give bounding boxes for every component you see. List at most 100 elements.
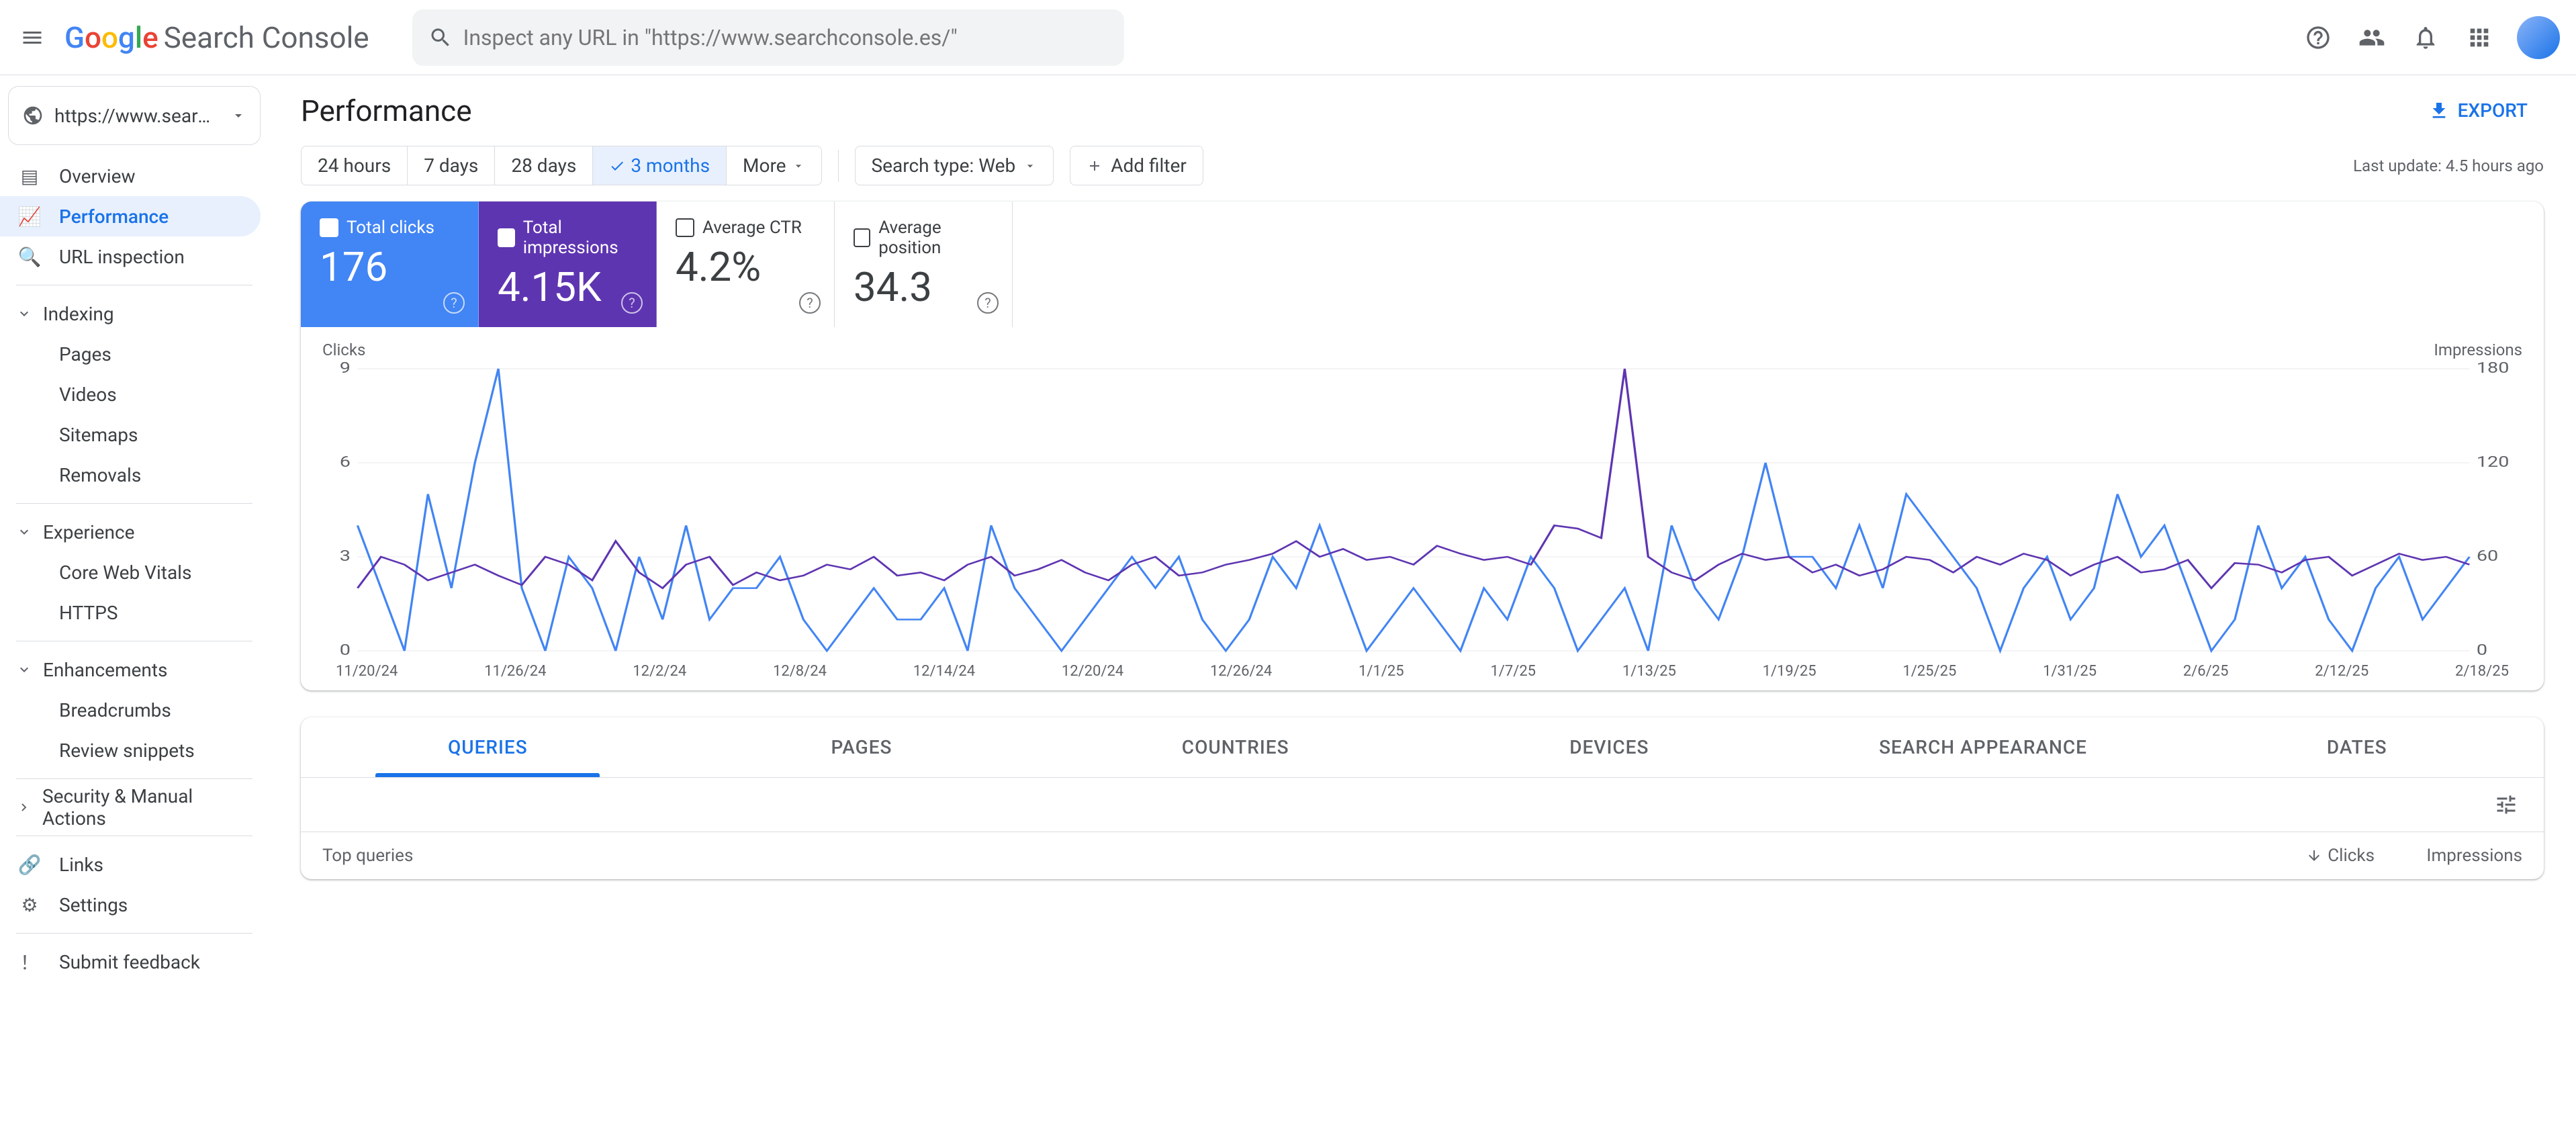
last-update-text: Last update: 4.5 hours ago [2353,156,2544,175]
chevron-down-icon [16,524,32,540]
sidebar-item-videos[interactable]: Videos [0,374,261,414]
help-icon[interactable]: ? [443,292,465,314]
metric-clicks[interactable]: ✓Total clicks 176 ? [301,201,479,327]
sidebar-group-security[interactable]: Security & Manual Actions [0,787,269,827]
y-axis-left-label: Clicks [322,341,365,359]
checkbox-icon [676,218,694,237]
range-28d[interactable]: 28 days [495,146,593,185]
export-button[interactable]: EXPORT [2412,91,2544,130]
divider [16,503,252,504]
svg-text:120: 120 [2477,453,2510,471]
plus-icon [1087,158,1103,174]
sidebar-item-core-web-vitals[interactable]: Core Web Vitals [0,552,261,592]
checkbox-icon: ✓ [320,218,338,237]
table-filter-button[interactable] [2490,789,2522,821]
sidebar-item-breadcrumbs[interactable]: Breadcrumbs [0,690,261,730]
help-button[interactable] [2302,21,2334,54]
app-header: Google Search Console [0,0,2576,75]
range-7d[interactable]: 7 days [408,146,495,185]
help-icon[interactable]: ? [621,292,643,314]
help-icon[interactable]: ? [799,292,821,314]
url-inspect-search [412,9,1124,66]
x-axis-ticks: 11/20/2411/26/2412/2/2412/8/2412/14/2412… [322,663,2522,680]
check-icon [609,158,625,174]
search-type-filter[interactable]: Search type: Web [855,146,1054,185]
sidebar-item-https[interactable]: HTTPS [0,592,261,633]
trending-icon: 📈 [16,203,43,230]
dropdown-icon [1023,159,1037,173]
metric-ctr[interactable]: Average CTR 4.2% ? [657,201,835,327]
tab-countries[interactable]: COUNTRIES [1048,717,1422,777]
range-3m[interactable]: 3 months [593,146,727,185]
main-menu-button[interactable] [16,21,48,54]
page-title: Performance [301,93,472,128]
add-filter-button[interactable]: Add filter [1070,146,1203,185]
sidebar-group-enhancements[interactable]: Enhancements [0,649,269,690]
metric-position-value: 34.3 [854,263,993,311]
sidebar-item-sitemaps[interactable]: Sitemaps [0,414,261,455]
sidebar-item-pages[interactable]: Pages [0,334,261,374]
main-content: Performance EXPORT 24 hours 7 days 28 da… [269,75,2576,1123]
date-range-selector: 24 hours 7 days 28 days 3 months More [301,146,822,185]
sidebar-group-experience[interactable]: Experience [0,512,269,552]
bell-icon [2412,24,2439,51]
property-selector[interactable]: https://www.searchconsol... [8,86,261,145]
svg-text:0: 0 [2477,641,2487,658]
sidebar-item-overview[interactable]: ▤Overview [0,156,261,196]
checkbox-icon [854,228,870,247]
help-icon[interactable]: ? [977,292,999,314]
globe-icon [22,105,44,126]
filter-toolbar: 24 hours 7 days 28 days 3 months More Se… [301,146,2544,185]
sidebar-item-review-snippets[interactable]: Review snippets [0,730,261,770]
chevron-down-icon [16,306,32,322]
divider [838,150,839,182]
sidebar-item-settings[interactable]: ⚙Settings [0,885,261,925]
table-header: Top queries Clicks Impressions [301,832,2544,879]
header-actions [2302,16,2560,59]
account-avatar[interactable] [2517,16,2560,59]
sidebar-group-indexing[interactable]: Indexing [0,294,269,334]
metric-ctr-value: 4.2% [676,243,815,291]
download-icon [2428,100,2450,122]
metric-tiles: ✓Total clicks 176 ? ✓Total impressions 4… [301,201,2544,327]
users-button[interactable] [2356,21,2388,54]
sidebar-item-links[interactable]: 🔗Links [0,844,261,885]
y-axis-right-label: Impressions [2434,341,2522,359]
gear-icon: ⚙ [16,891,43,918]
search-box[interactable] [412,9,1124,66]
metric-impressions[interactable]: ✓Total impressions 4.15K ? [479,201,657,327]
page-header: Performance EXPORT [301,91,2544,130]
range-more[interactable]: More [727,146,821,185]
col-impressions[interactable]: Impressions [2375,846,2522,866]
property-url: https://www.searchconsol... [54,105,220,127]
checkbox-icon: ✓ [498,228,515,247]
people-icon [2358,24,2385,51]
app-name: Search Console [164,20,369,55]
tab-search-appearance[interactable]: SEARCH APPEARANCE [1796,717,2170,777]
tab-pages[interactable]: PAGES [675,717,1049,777]
sidebar-item-performance[interactable]: 📈Performance [0,196,261,236]
metric-position[interactable]: Average position 34.3 ? [835,201,1013,327]
range-24h[interactable]: 24 hours [302,146,408,185]
svg-text:0: 0 [340,641,351,658]
chart-area: Clicks Impressions 9180612036000 11/20/2… [301,327,2544,690]
feedback-icon: ！ [16,948,43,975]
app-logo[interactable]: Google Search Console [64,20,369,55]
col-top-queries[interactable]: Top queries [322,846,2240,866]
performance-chart[interactable]: 9180612036000 [322,362,2522,658]
svg-text:60: 60 [2477,547,2498,565]
divider [16,778,252,779]
tab-queries[interactable]: QUERIES [301,717,675,777]
sidebar-item-url-inspection[interactable]: 🔍URL inspection [0,236,261,277]
performance-chart-card: ✓Total clicks 176 ? ✓Total impressions 4… [301,201,2544,690]
search-input[interactable] [463,25,1108,50]
col-clicks[interactable]: Clicks [2240,846,2375,866]
tab-dates[interactable]: DATES [2170,717,2544,777]
notifications-button[interactable] [2409,21,2442,54]
sidebar-item-feedback[interactable]: ！Submit feedback [0,942,261,982]
table-tools [301,778,2544,832]
tab-devices[interactable]: DEVICES [1422,717,1796,777]
sidebar-item-removals[interactable]: Removals [0,455,261,495]
apps-button[interactable] [2463,21,2495,54]
data-tabs: QUERIES PAGES COUNTRIES DEVICES SEARCH A… [301,717,2544,778]
